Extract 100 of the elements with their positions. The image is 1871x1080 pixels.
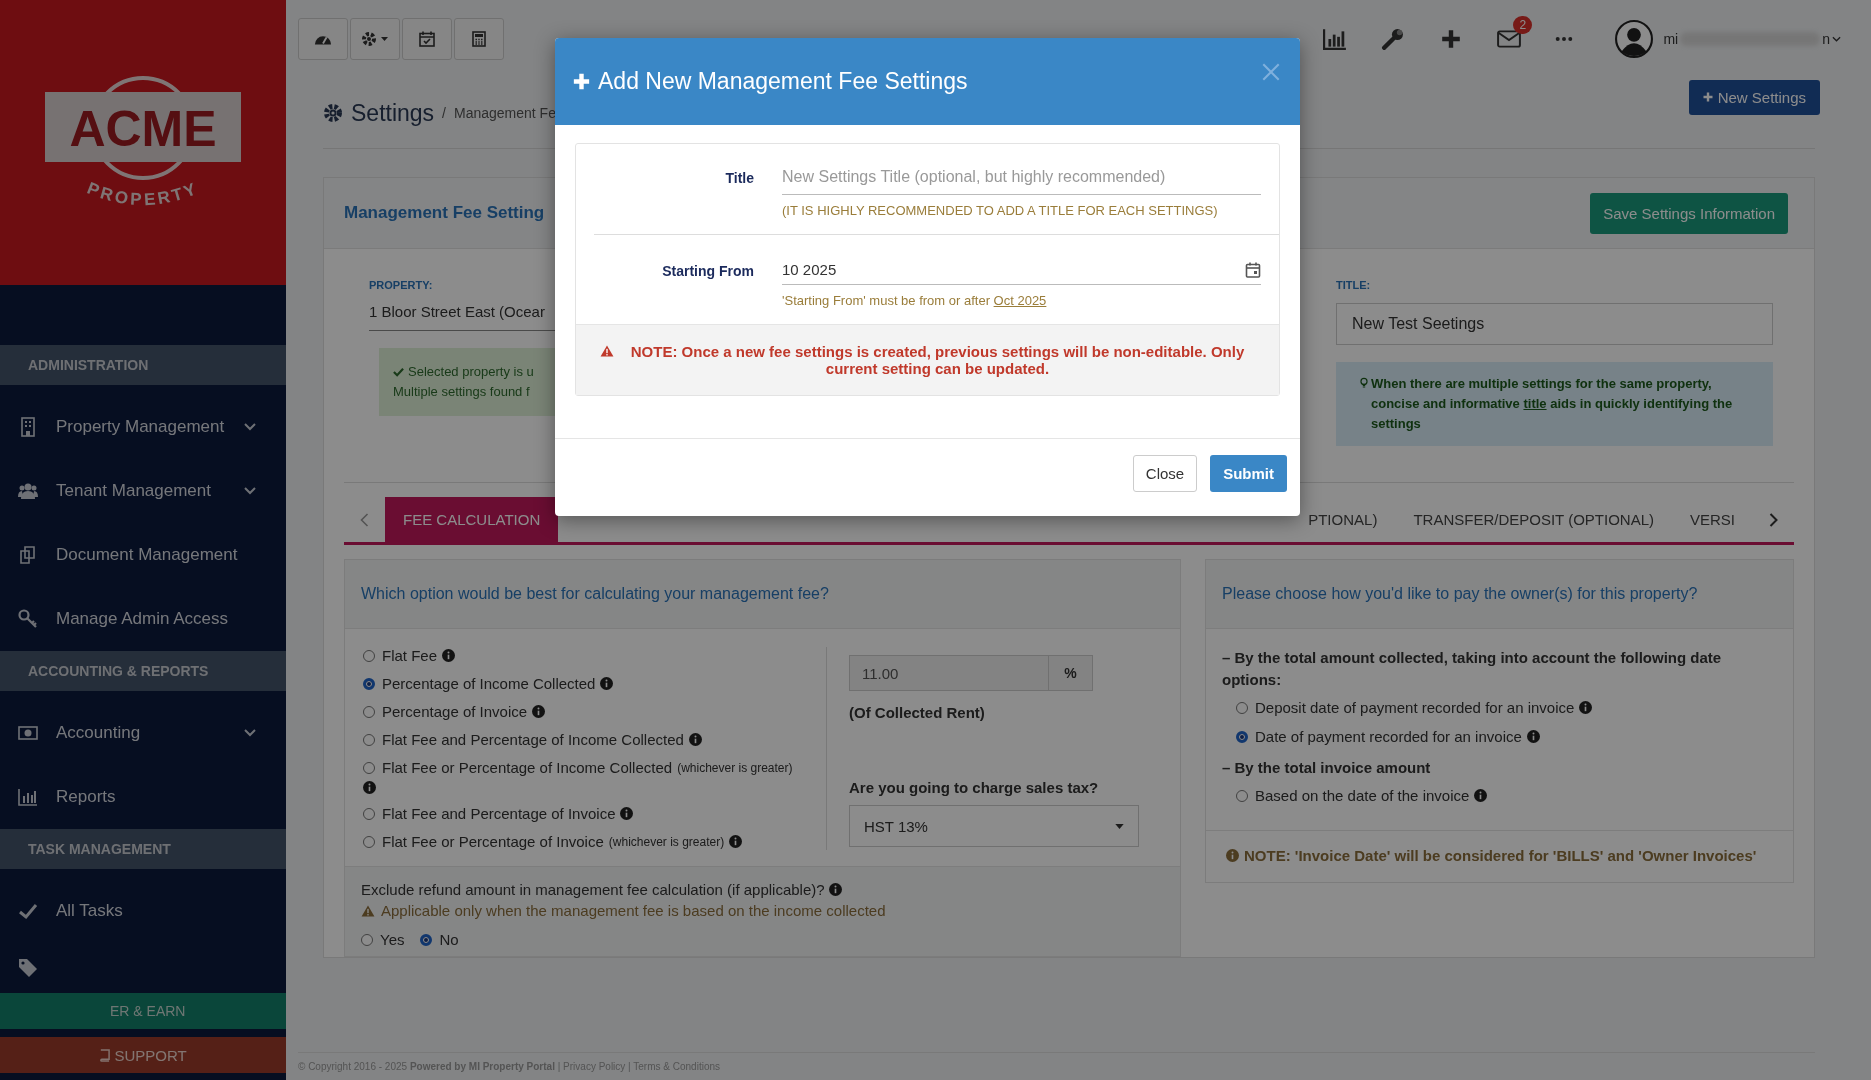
info-icon: [363, 781, 376, 794]
radio-button[interactable]: [363, 835, 375, 848]
note-text: NOTE: 'Invoice Date' will be considered for 'BILLS' and 'Owner Invoices': [1244, 847, 1757, 864]
option-label: Based on the date of the invoice: [1255, 787, 1470, 804]
option-note: (whichever is greater): [608, 834, 725, 849]
support-button[interactable]: SUPPORT: [0, 1037, 286, 1073]
option-label: Flat Fee or Percentage of Income Collected: [382, 759, 673, 776]
tab[interactable]: PTIONAL): [1290, 497, 1396, 542]
more-icon[interactable]: [1555, 36, 1574, 42]
nav-item[interactable]: Document Management: [0, 523, 286, 587]
alert-text: Selected property is u: [408, 363, 534, 381]
save-button[interactable]: Save Settings Information: [1590, 192, 1788, 234]
settings-button[interactable]: [350, 18, 400, 60]
option-label: Flat Fee and Percentage of Income Collected: [382, 731, 684, 748]
user-name[interactable]: n: [1822, 31, 1830, 47]
user-name[interactable]: mi: [1663, 31, 1679, 47]
title-field[interactable]: New Settings Title (optional, but highly recommended): [782, 168, 1261, 195]
nav-item[interactable]: Reports: [0, 765, 286, 829]
option-label: Deposit date of payment recorded for an invoice: [1255, 699, 1575, 716]
radio-button[interactable]: [1236, 701, 1248, 714]
info-icon: [600, 677, 614, 690]
panel-heading: Please choose how you'd like to pay the owner(s) for this property?: [1206, 560, 1793, 629]
radio-button[interactable]: [1236, 730, 1248, 743]
panel-heading: Which option would be best for calculating your management fee?: [345, 560, 1180, 629]
option-label: Yes: [380, 931, 405, 948]
check-icon: [18, 901, 38, 921]
close-button[interactable]: Close: [1132, 455, 1198, 492]
radio-button[interactable]: [420, 933, 433, 946]
banknote-icon: [18, 723, 38, 743]
radio-button[interactable]: [363, 733, 375, 746]
section-heading: ADMINISTRATION: [0, 345, 286, 385]
calendar-icon: [1245, 261, 1261, 278]
page-title: Settings: [351, 99, 435, 127]
option-note: (whichever is greater): [677, 760, 793, 775]
option-label: Date of payment recorded for an invoice: [1255, 728, 1522, 745]
card-title: Management Fee Setting: [344, 203, 545, 223]
gear-icon: [361, 31, 389, 47]
notification-badge: 2: [1513, 16, 1533, 34]
info-icon: [1474, 789, 1488, 802]
chevron-down-icon: [244, 729, 256, 737]
chevron-right-icon[interactable]: [1769, 512, 1778, 527]
nav-item[interactable]: Manage Admin Access: [0, 587, 286, 651]
chevron-down-icon: [244, 423, 256, 431]
documents-icon: [18, 545, 38, 565]
tab[interactable]: FEE CALCULATION: [385, 497, 559, 542]
warning-text: Applicable only when the management fee is based on the income collected: [381, 902, 886, 919]
caret-icon: [1832, 36, 1841, 42]
nav-item[interactable]: Accounting: [0, 701, 286, 765]
gear-icon: [323, 103, 343, 123]
link[interactable]: Oct 2025: [993, 293, 1047, 308]
nav-item[interactable]: Tenant Management: [0, 459, 286, 523]
title-field[interactable]: New Test Seetings: [1336, 303, 1773, 345]
dashboard-button[interactable]: [298, 18, 348, 60]
refund-question: Exclude refund amount in management fee calculation (if applicable)?: [361, 881, 825, 898]
mail-icon[interactable]: [1497, 28, 1522, 50]
calendar-button[interactable]: [402, 18, 452, 60]
plus-icon: [573, 73, 590, 90]
info-icon: [532, 705, 546, 718]
breadcrumb-item[interactable]: Management Fe: [454, 105, 556, 121]
avatar-icon[interactable]: [1615, 20, 1654, 58]
calculator-button[interactable]: [454, 18, 504, 60]
calendar-check-icon: [418, 31, 436, 47]
bar-chart-icon[interactable]: [1323, 28, 1348, 50]
radio-button[interactable]: [363, 649, 375, 662]
radio-button[interactable]: [361, 933, 373, 946]
radio-button[interactable]: [1236, 789, 1248, 802]
group-heading: – By the total amount collected, taking into account the following date options:: [1222, 648, 1723, 690]
key-icon: [18, 609, 38, 629]
tip-text: When there are multiple settings for the same property, concise and informative title aids in quickly identifying the settings: [1371, 375, 1734, 433]
link[interactable]: title: [1523, 396, 1547, 411]
info-icon: [620, 807, 634, 820]
tab[interactable]: TRANSFER/DEPOSIT (OPTIONAL): [1395, 497, 1672, 542]
radio-button[interactable]: [363, 761, 375, 774]
info-icon: [1579, 701, 1593, 714]
breadcrumb-separator: /: [442, 105, 446, 121]
info-icon: [828, 883, 842, 896]
field-label: TITLE:: [1336, 279, 1372, 291]
new-settings-button[interactable]: New Settings: [1688, 79, 1820, 115]
rate-field[interactable]: 11.00: [849, 655, 1049, 691]
option-label: Percentage of Invoice: [382, 703, 528, 720]
group-heading: – By the total invoice amount: [1222, 758, 1432, 778]
bar-chart-icon: [18, 787, 38, 807]
tag-icon[interactable]: [18, 958, 38, 978]
submit-button[interactable]: Submit: [1210, 455, 1287, 492]
nav-item[interactable]: All Tasks: [0, 879, 286, 943]
nav-item[interactable]: Property Management: [0, 395, 286, 459]
date-field[interactable]: 10 2025: [782, 261, 1261, 285]
option-label: No: [439, 931, 459, 948]
field-label: Starting From: [661, 262, 754, 281]
wrench-icon[interactable]: [1381, 28, 1406, 50]
radio-button[interactable]: [363, 807, 375, 820]
refer-button[interactable]: ER & EARN: [0, 993, 286, 1029]
radio-button[interactable]: [363, 705, 375, 718]
tax-question: Are you going to charge sales tax?: [849, 779, 1100, 796]
radio-button[interactable]: [363, 677, 375, 690]
tax-select[interactable]: HST 13%: [849, 805, 1139, 847]
field-hint: 'Starting From' must be from or after: [782, 293, 990, 308]
tab[interactable]: VERSI: [1672, 497, 1753, 542]
chevron-left-icon[interactable]: [360, 512, 369, 527]
info-icon: [1226, 849, 1239, 862]
